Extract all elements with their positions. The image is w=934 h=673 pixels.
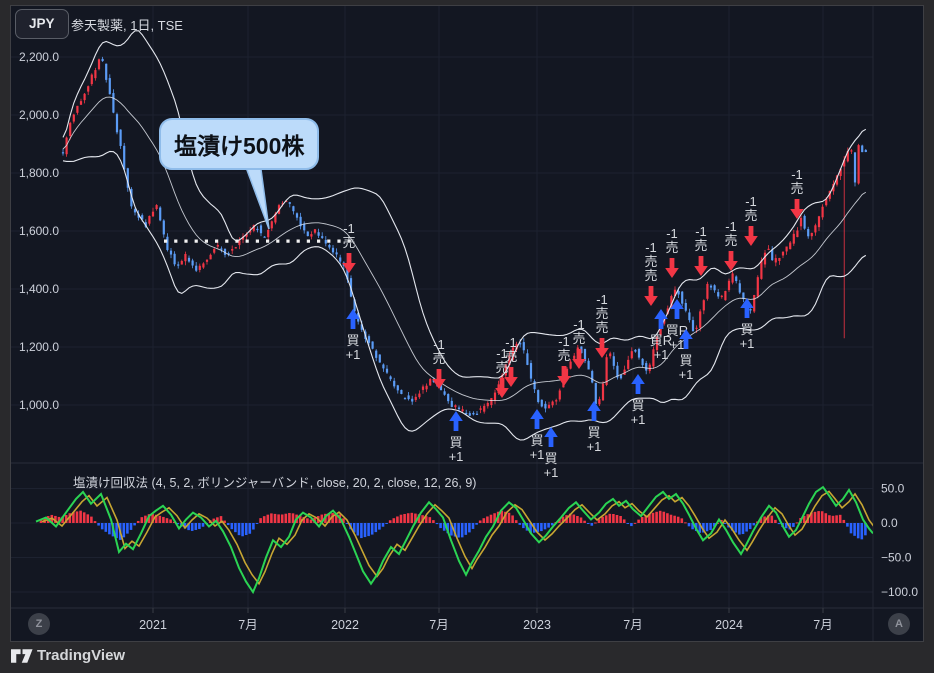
tradingview-brand[interactable]: TradingView	[37, 647, 125, 664]
sell-signal-label: -1	[343, 221, 355, 236]
indicator-axis-label: −100.0	[881, 585, 918, 599]
oscillator-slow-line	[42, 491, 879, 583]
chart-area[interactable]: -1売-1売-1売-1売-1売-1売-1売売-1売売-1売-1売-1売-1売-1…	[10, 5, 924, 642]
buy-signal-label: +1	[530, 447, 545, 462]
indicator-axis-label: 50.0	[881, 482, 905, 496]
sell-signal-label: -1	[505, 335, 517, 350]
buy-signal-label: 買	[449, 435, 462, 450]
sell-signal-label: -1	[558, 334, 570, 349]
price-axis-label: 2,000.0	[19, 108, 59, 122]
symbol-title[interactable]: 参天製薬, 1日, TSE	[71, 15, 183, 34]
sell-signal-label: 売	[557, 348, 570, 363]
sell-arrow-icon	[744, 226, 758, 246]
indicator-legend[interactable]: 塩漬け回収法 (4, 5, 2, ボリンジャーバンド, close, 20, 2…	[73, 472, 476, 491]
price-axis-label: 1,400.0	[19, 282, 59, 296]
buy-signal-label: 買	[679, 353, 692, 368]
sell-signal-label: 売	[790, 181, 803, 196]
sell-signal-label: 売	[644, 254, 657, 269]
buy-signal-label: +1	[654, 347, 669, 362]
sell-signal-label: 売	[342, 235, 355, 250]
buy-signal-label: +1	[449, 449, 464, 464]
sell-signal-label: -1	[645, 240, 657, 255]
sell-arrow-icon	[342, 253, 356, 273]
oscillator-fast-line	[36, 487, 873, 592]
sell-signal-label: 売	[694, 238, 707, 253]
sell-signal-label: -1	[745, 194, 757, 209]
buy-signal-label: 買	[740, 322, 753, 337]
sell-signal-label: 売	[724, 233, 737, 248]
time-axis-label: 2021	[139, 618, 167, 632]
price-axis-label: 1,000.0	[19, 398, 59, 412]
buy-signal-label: +1	[670, 337, 685, 352]
sell-signal-label: -1	[596, 292, 608, 307]
buy-signal-label: +1	[631, 412, 646, 427]
buy-signal-label: 買	[631, 398, 644, 413]
sell-signal-label: -1	[573, 317, 585, 332]
buy-signal-label: 買	[530, 433, 543, 448]
sell-signal-label: -1	[791, 167, 803, 182]
sell-signal-label: 売	[432, 351, 445, 366]
price-axis-label: 1,600.0	[19, 224, 59, 238]
indicator-pane	[36, 487, 879, 592]
buy-arrow-icon	[449, 411, 463, 431]
footer-bar: TradingView	[0, 645, 934, 673]
buy-signal-label: +1	[346, 347, 361, 362]
sell-arrow-icon	[557, 366, 571, 386]
sell-arrow-icon	[572, 349, 586, 369]
sell-arrow-icon	[432, 369, 446, 389]
signals-layer: -1売-1売-1売-1売-1売-1売-1売売-1売売-1売-1売-1売-1売-1…	[342, 167, 804, 480]
sell-arrow-icon	[790, 199, 804, 219]
buy-arrow-icon	[740, 298, 754, 318]
price-axis-label: 2,200.0	[19, 50, 59, 64]
sell-signal-label: -1	[695, 224, 707, 239]
sell-signal-label: -1	[433, 337, 445, 352]
timezone-button[interactable]: Z	[28, 613, 50, 635]
time-axis-label: 2023	[523, 618, 551, 632]
time-axis-label: 7月	[429, 618, 448, 632]
sell-signal-label: 売	[744, 208, 757, 223]
buy-arrow-icon	[530, 409, 544, 429]
buy-signal-label: 買	[346, 333, 359, 348]
time-axis-label: 2022	[331, 618, 359, 632]
indicator-axis-label: −50.0	[881, 551, 912, 565]
buy-signal-label: +1	[679, 367, 694, 382]
sell-signal-label: -1	[666, 226, 678, 241]
sell-signal-label: 売	[595, 320, 608, 335]
time-axis-label: 7月	[813, 618, 832, 632]
sell-signal-label: 売	[644, 268, 657, 283]
currency-scale-button[interactable]: JPY	[15, 9, 69, 39]
sell-signal-label: 売	[595, 306, 608, 321]
buy-signal-label: 買	[587, 425, 600, 440]
buy-signal-label: 買	[544, 451, 557, 466]
sell-signal-label: 売	[572, 331, 585, 346]
price-axis-label: 1,800.0	[19, 166, 59, 180]
tradingview-chart-window: -1売-1売-1売-1売-1売-1売-1売売-1売売-1売-1売-1売-1売-1…	[0, 0, 934, 673]
price-chart-canvas[interactable]: -1売-1売-1売-1売-1売-1売-1売売-1売売-1売-1売-1売-1売-1…	[11, 6, 923, 641]
indicator-axis-label: 0.0	[881, 516, 898, 530]
buy-signal-label: +1	[544, 465, 559, 480]
sell-signal-label: 売	[665, 240, 678, 255]
buy-signal-label: +1	[587, 439, 602, 454]
callout-annotation[interactable]: 塩漬け500株	[159, 118, 319, 170]
sell-arrow-icon	[724, 251, 738, 271]
sell-signal-label: -1	[725, 219, 737, 234]
buy-signal-label: +1	[740, 336, 755, 351]
time-axis-label: 7月	[238, 618, 257, 632]
axis-labels: 2,200.0 2,000.0 1,800.0 1,600.0 1,400.0 1,200…	[19, 50, 918, 632]
buy-arrow-icon	[544, 427, 558, 447]
tradingview-logo-icon[interactable]	[11, 648, 34, 664]
sell-arrow-icon	[665, 258, 679, 278]
auto-scale-button[interactable]: A	[888, 613, 910, 635]
time-axis-label: 2024	[715, 618, 743, 632]
sell-arrow-icon	[495, 378, 509, 398]
sell-signal-label: 売	[504, 349, 517, 364]
main-pane	[62, 31, 867, 440]
time-axis-label: 7月	[623, 618, 642, 632]
price-axis-label: 1,200.0	[19, 340, 59, 354]
